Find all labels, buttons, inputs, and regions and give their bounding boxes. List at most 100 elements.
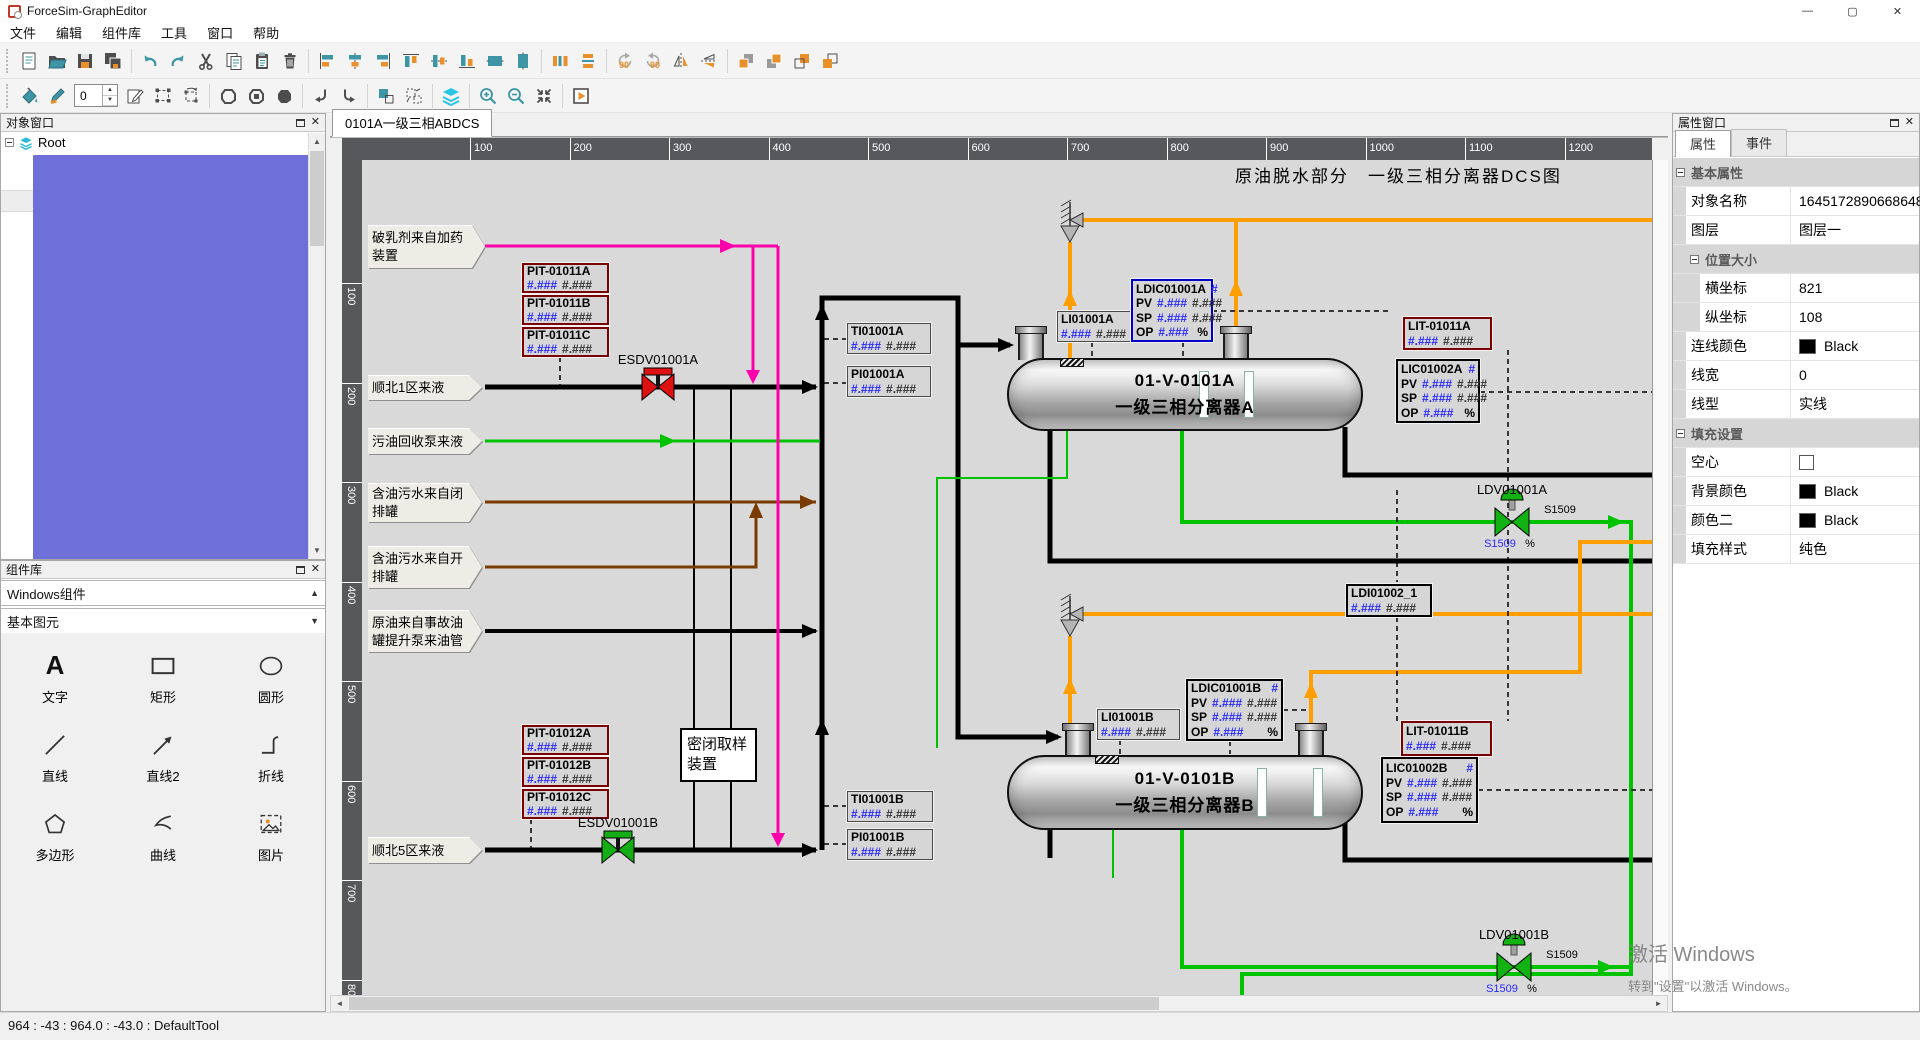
distribute-v-button[interactable]: [574, 47, 602, 75]
library-item-circle[interactable]: 圆形: [217, 645, 325, 724]
menu-item-3[interactable]: 工具: [151, 22, 197, 43]
stream-flag-4[interactable]: 含油污水来自开排罐: [368, 546, 482, 588]
property-value[interactable]: 821: [1791, 280, 1822, 296]
instrument-pi01001a[interactable]: PI01001A#.####.###: [847, 366, 931, 397]
shape-subtract-button[interactable]: [242, 82, 270, 110]
panel-close-icon[interactable]: ✕: [1905, 117, 1914, 128]
property-category-0[interactable]: 基本属性: [1673, 158, 1919, 187]
stream-flag-0[interactable]: 破乳剂来自加药装置: [368, 225, 485, 268]
library-group-basic[interactable]: 基本图元 ▼: [1, 608, 325, 634]
export-corner-button[interactable]: [335, 82, 363, 110]
zoom-in-button[interactable]: [474, 82, 502, 110]
vessel-01-v-0101b[interactable]: 01-V-0101B一级三相分离器B: [1007, 755, 1363, 830]
stream-flag-6[interactable]: 顺北5区来液: [368, 837, 482, 863]
zoom-fit-button[interactable]: [530, 82, 558, 110]
minimize-button[interactable]: —: [1785, 0, 1830, 22]
canvas-viewport[interactable]: 100200300400500600700800900100011001200 …: [330, 137, 1668, 995]
send-backward-button[interactable]: [816, 47, 844, 75]
line-width-spinner[interactable]: 0▲▼: [74, 84, 118, 107]
menu-item-4[interactable]: 窗口: [197, 22, 243, 43]
instrument-ldic01001a[interactable]: LDIC01001A#PV#.####.###SP#.####.###OP#.#…: [1131, 279, 1213, 342]
library-item-image[interactable]: 图片: [217, 803, 325, 882]
property-value[interactable]: 108: [1791, 309, 1822, 325]
instrument-lit-01011b[interactable]: LIT-01011B#.####.###: [1401, 721, 1492, 756]
property-value[interactable]: 1645172890668648: [1791, 193, 1920, 209]
same-height-button[interactable]: [509, 47, 537, 75]
instrument-lic01002b[interactable]: LIC01002B#PV#.####.###SP#.####.###OP#.##…: [1381, 757, 1478, 823]
instrument-li01001b[interactable]: LI01001B#.####.###: [1097, 709, 1180, 740]
align-bottom-button[interactable]: [453, 47, 481, 75]
instrument-ldi01002_1[interactable]: LDI01002_1#.####.###: [1346, 584, 1432, 617]
library-item-line[interactable]: 直线: [1, 724, 109, 803]
instrument-pit-01012b[interactable]: PIT-01012B#.####.###: [522, 757, 609, 787]
redo-button[interactable]: [164, 47, 192, 75]
rotate-cw-button[interactable]: 90: [611, 47, 639, 75]
scroll-right-icon[interactable]: ►: [1650, 996, 1667, 1011]
scroll-left-icon[interactable]: ◄: [331, 996, 348, 1011]
instrument-lit-01011a[interactable]: LIT-01011A#.####.###: [1403, 317, 1492, 350]
canvas-tab[interactable]: 0101A一级三相ABDCS: [332, 109, 492, 137]
select-frame-button[interactable]: [149, 82, 177, 110]
library-item-text[interactable]: A文字: [1, 645, 109, 724]
align-right-button[interactable]: [369, 47, 397, 75]
library-group-windows[interactable]: Windows组件 ▲: [1, 580, 325, 606]
instrument-pit-01011c[interactable]: PIT-01011C#.####.###: [522, 327, 609, 357]
collapse-icon[interactable]: [1690, 255, 1699, 264]
property-value[interactable]: Black: [1791, 483, 1858, 499]
tab-events[interactable]: 事件: [1731, 129, 1787, 156]
property-category-9[interactable]: 填充设置: [1673, 419, 1919, 448]
panel-close-icon[interactable]: ✕: [311, 117, 320, 128]
bring-front-button[interactable]: [732, 47, 760, 75]
instrument-pit-01011b[interactable]: PIT-01011B#.####.###: [522, 295, 609, 325]
panel-close-icon[interactable]: ✕: [311, 564, 320, 575]
rotate-ccw-button[interactable]: 90: [639, 47, 667, 75]
spin-up-icon[interactable]: ▲: [103, 85, 117, 96]
property-value[interactable]: 图层一: [1791, 220, 1841, 240]
stream-flag-1[interactable]: 顺北1区来液: [368, 375, 482, 400]
instrument-ti01001a[interactable]: TI01001A#.####.###: [847, 323, 931, 354]
collapse-icon[interactable]: [1676, 429, 1685, 438]
property-value[interactable]: Black: [1791, 512, 1858, 528]
panel-float-icon[interactable]: [296, 119, 305, 127]
stream-flag-2[interactable]: 污油回收泵来液: [368, 428, 482, 454]
import-corner-button[interactable]: [307, 82, 335, 110]
canvas-hscrollbar[interactable]: ◄ ►: [330, 995, 1668, 1012]
save-file-button[interactable]: [71, 47, 99, 75]
undo-button[interactable]: [136, 47, 164, 75]
scroll-up-icon[interactable]: ▲: [309, 133, 325, 150]
tree-item-18[interactable]: P0103污水处理DCS: [1, 540, 308, 559]
instrument-pit-01011a[interactable]: PIT-01011A#.####.###: [522, 263, 609, 293]
pen-color-button[interactable]: [43, 82, 71, 110]
panel-float-icon[interactable]: [296, 566, 305, 574]
paste-button[interactable]: [248, 47, 276, 75]
edit-shape-button[interactable]: [121, 82, 149, 110]
bring-forward-button[interactable]: [788, 47, 816, 75]
cut-button[interactable]: [192, 47, 220, 75]
new-file-button[interactable]: [15, 47, 43, 75]
same-width-button[interactable]: [481, 47, 509, 75]
flip-v-button[interactable]: [695, 47, 723, 75]
library-item-polygon[interactable]: 多边形: [1, 803, 109, 882]
menu-item-5[interactable]: 帮助: [243, 22, 289, 43]
layers-button[interactable]: [437, 82, 465, 110]
property-value[interactable]: [1791, 455, 1814, 470]
instrument-lic01002a[interactable]: LIC01002A#PV#.####.###SP#.####.###OP#.##…: [1396, 359, 1480, 423]
instrument-pi01001b[interactable]: PI01001B#.####.###: [847, 829, 933, 860]
group-button[interactable]: [372, 82, 400, 110]
tree-expander-icon[interactable]: [5, 138, 14, 147]
sampler-box[interactable]: 密闭取样装置: [680, 728, 757, 782]
stream-flag-3[interactable]: 含油污水来自闭排罐: [368, 483, 482, 522]
property-value[interactable]: 0: [1791, 367, 1807, 383]
flip-h-button[interactable]: [667, 47, 695, 75]
ungroup-button[interactable]: [400, 82, 428, 110]
menu-item-1[interactable]: 编辑: [46, 22, 92, 43]
send-back-button[interactable]: [760, 47, 788, 75]
zoom-out-button[interactable]: [502, 82, 530, 110]
align-center-button[interactable]: [341, 47, 369, 75]
property-value[interactable]: Black: [1791, 338, 1858, 354]
save-all-button[interactable]: [99, 47, 127, 75]
tree-scrollbar[interactable]: ▲ ▼: [308, 133, 325, 559]
instrument-ti01001b[interactable]: TI01001B#.####.###: [847, 791, 933, 822]
menu-item-2[interactable]: 组件库: [92, 22, 151, 43]
property-value[interactable]: 实线: [1791, 394, 1827, 414]
